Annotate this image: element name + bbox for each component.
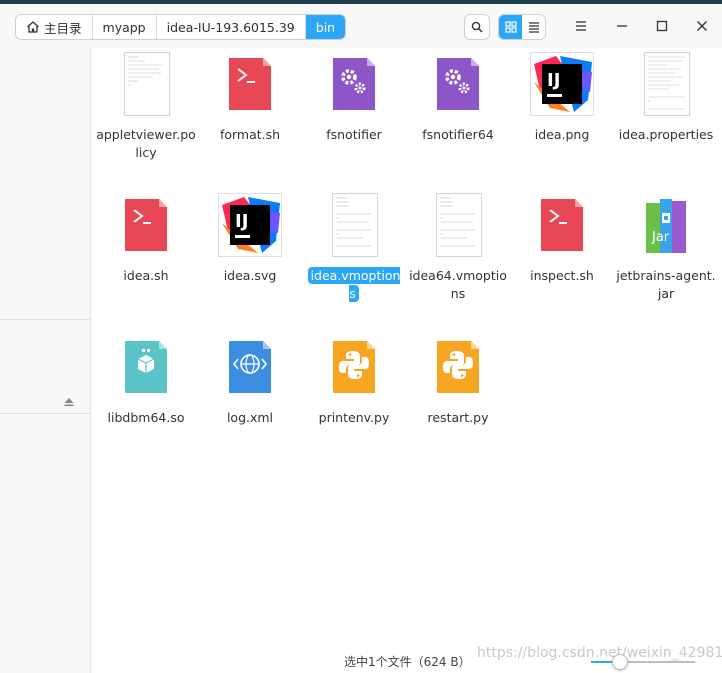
jar-label: Jar bbox=[651, 230, 670, 245]
intellij-logo: IJ bbox=[218, 193, 282, 257]
file-name: idea64.vmoptions bbox=[409, 268, 507, 301]
selection-status: 选中1个文件（624 B） bbox=[344, 655, 471, 669]
shell-script-icon bbox=[530, 193, 594, 257]
document-thumbnail bbox=[114, 52, 178, 116]
file-name: fsnotifier bbox=[326, 127, 382, 142]
svg-text:IJ: IJ bbox=[547, 70, 560, 91]
file-name: libdbm64.so bbox=[107, 410, 185, 425]
zoom-slider[interactable] bbox=[591, 654, 695, 670]
shared-library-icon bbox=[114, 335, 178, 399]
file-name: format.sh bbox=[219, 127, 281, 142]
maximize-icon bbox=[656, 20, 668, 32]
grid-view-icon bbox=[504, 21, 517, 33]
file-name: printenv.py bbox=[318, 410, 390, 425]
breadcrumb-label: 主目录 bbox=[44, 20, 82, 36]
file-name: appletviewer.policy bbox=[96, 127, 196, 160]
file-grid: appletviewer.policy format.sh fsnotifier… bbox=[91, 48, 722, 673]
executable-gear-icon bbox=[322, 52, 386, 116]
file-name: jetbrains-agent.jar bbox=[616, 268, 716, 301]
file-name: idea.vmoptions bbox=[304, 267, 404, 303]
sidebar-divider bbox=[0, 319, 90, 320]
file-name: idea.png bbox=[534, 127, 590, 142]
python-file-icon bbox=[322, 335, 386, 399]
list-view-icon bbox=[528, 22, 539, 33]
executable-gear-icon bbox=[426, 52, 490, 116]
file-name: idea.svg bbox=[223, 268, 277, 283]
search-icon bbox=[471, 21, 483, 33]
title-bar: 主目录 myapp idea-IU-193.6015.39 bin bbox=[0, 4, 722, 48]
sidebar bbox=[0, 48, 91, 673]
svg-text:IJ: IJ bbox=[235, 211, 248, 232]
list-view-button[interactable] bbox=[522, 15, 545, 39]
jar-archive-icon: Jar bbox=[634, 193, 698, 257]
intellij-logo: IJ bbox=[530, 52, 594, 116]
xml-file-icon bbox=[218, 335, 282, 399]
home-icon bbox=[26, 20, 40, 34]
breadcrumb-idea[interactable]: idea-IU-193.6015.39 bbox=[157, 15, 306, 39]
selected-file-label: idea.vmoptions bbox=[307, 267, 401, 302]
python-file-icon bbox=[426, 335, 490, 399]
breadcrumb-home[interactable]: 主目录 bbox=[16, 15, 93, 39]
minimize-button[interactable] bbox=[614, 18, 630, 34]
file-name: idea.sh bbox=[123, 268, 169, 283]
file-name: fsnotifier64 bbox=[422, 127, 494, 142]
shell-script-icon bbox=[218, 52, 282, 116]
file-name: idea.properties bbox=[618, 127, 714, 142]
eject-icon[interactable] bbox=[64, 392, 74, 411]
breadcrumb: 主目录 myapp idea-IU-193.6015.39 bin bbox=[15, 14, 347, 40]
menu-button[interactable] bbox=[573, 18, 589, 34]
shell-script-icon bbox=[114, 193, 178, 257]
menu-icon bbox=[576, 21, 586, 31]
view-mode-switch bbox=[498, 14, 546, 40]
breadcrumb-bin[interactable]: bin bbox=[305, 15, 346, 39]
minimize-icon bbox=[617, 25, 627, 27]
icon-view-button[interactable] bbox=[499, 15, 522, 39]
zoom-slider-handle[interactable] bbox=[612, 654, 629, 670]
search-button[interactable] bbox=[464, 14, 490, 40]
breadcrumb-myapp[interactable]: myapp bbox=[93, 15, 157, 39]
document-thumbnail bbox=[322, 193, 386, 257]
sidebar-divider bbox=[0, 413, 90, 414]
file-name: restart.py bbox=[427, 410, 489, 425]
close-icon bbox=[697, 21, 707, 31]
document-thumbnail bbox=[634, 52, 698, 116]
file-name: log.xml bbox=[226, 410, 274, 425]
file-name: inspect.sh bbox=[530, 268, 594, 283]
close-button[interactable] bbox=[694, 18, 710, 34]
maximize-button[interactable] bbox=[654, 18, 670, 34]
status-bar: 选中1个文件（624 B） bbox=[91, 648, 722, 673]
document-thumbnail bbox=[426, 193, 490, 257]
